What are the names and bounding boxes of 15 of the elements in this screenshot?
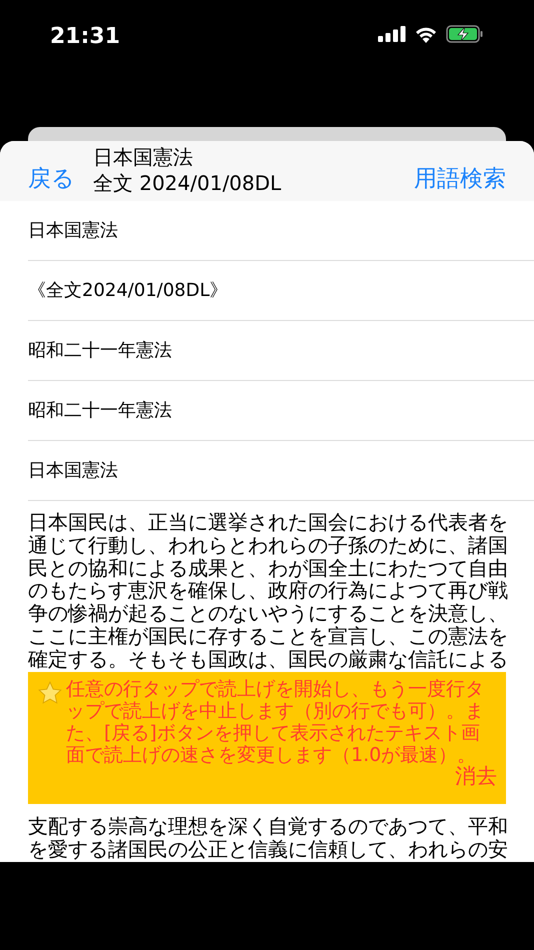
list-row[interactable]: 《全文2024/01/08DL》 bbox=[28, 260, 534, 321]
status-time: 21:31 bbox=[50, 23, 120, 51]
wifi-icon bbox=[414, 26, 438, 42]
signal-icon bbox=[378, 26, 406, 42]
notice-message: 任意の行タップで読上げを開始し、もう一度行タップで読上げを中止します（別の行でも可）。また、[戻る]ボタンを押して表示されたテキスト画面で読上げの速さを変更します（1.0が最速）。 bbox=[66, 678, 484, 766]
navigation-title: 全文 2024/01/08DL bbox=[93, 170, 282, 196]
text-paragraph[interactable]: 支配する崇高な理想を深く自覚するのであつて、平和を愛する諸国民の公正と信義に信頼して、われらの安 bbox=[28, 816, 508, 862]
text-paragraph[interactable]: 日本国民は、正当に選挙された国会における代表者を通じて行動し、われらとわれらの子孫のために、諸国民との協和による成果と、わが国全土にわたつて自由のもたらす恵沢を確保し、政府の行為によつて再び戦争の惨禍が起ることのないやうにすることを決意し、ここに主権が国民に存することを宣言し、この憲法を確定する。そもそも国政は、国民の厳粛な信託による bbox=[28, 512, 508, 672]
list-row[interactable]: 日本国憲法 bbox=[28, 440, 534, 501]
battery-charging-icon bbox=[446, 25, 484, 43]
navigation-title: 日本国憲法 bbox=[93, 144, 194, 170]
list-row[interactable]: 昭和二十一年憲法 bbox=[28, 320, 534, 381]
list-row[interactable]: 日本国憲法 bbox=[28, 200, 534, 261]
list-row[interactable]: 昭和二十一年憲法 bbox=[28, 380, 534, 441]
star-icon bbox=[37, 680, 63, 706]
